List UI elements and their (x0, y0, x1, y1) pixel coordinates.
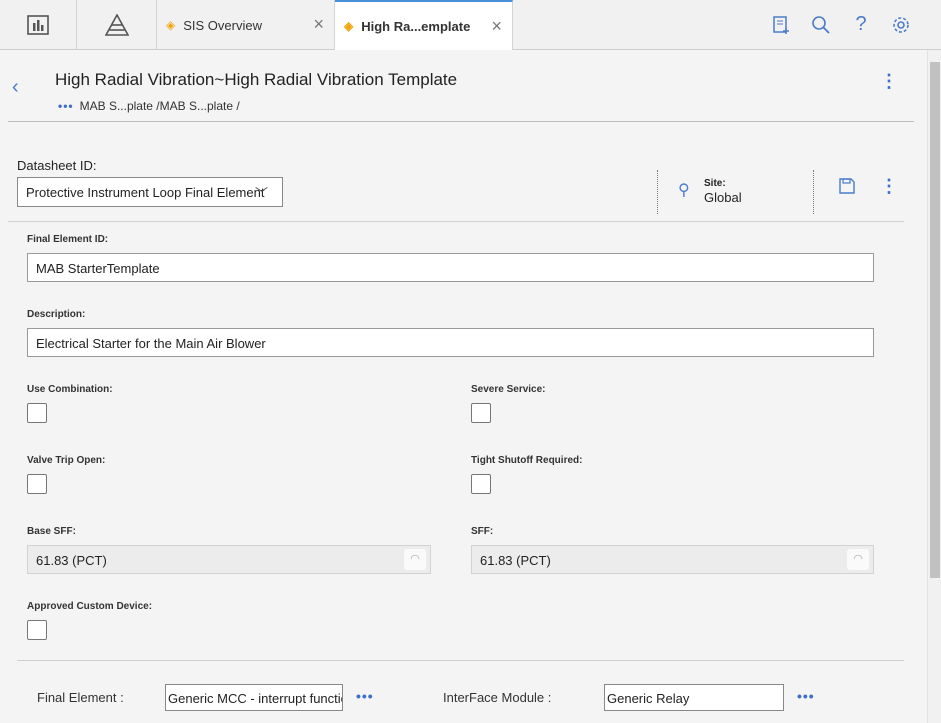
record-header: ‹ High Radial Vibration~High Radial Vibr… (8, 50, 914, 122)
tab-label: High Ra...emplate (361, 18, 471, 34)
final-element-id-input[interactable]: MAB StarterTemplate (27, 253, 874, 282)
approved-custom-checkbox[interactable] (27, 620, 47, 640)
save-icon[interactable] (839, 178, 855, 199)
tight-shutoff-checkbox[interactable] (471, 474, 491, 494)
interface-module-label: InterFace Module : (443, 690, 552, 705)
pyramid-icon[interactable] (77, 0, 157, 49)
sff-value: 61.83 (PCT) (480, 553, 551, 568)
severe-service-label: Severe Service: (471, 384, 546, 395)
vertical-scrollbar[interactable] (927, 50, 941, 723)
settings-icon[interactable] (881, 15, 921, 35)
top-bar: ◈ SIS Overview × ◈ High Ra...emplate × ? (0, 0, 941, 50)
datasheet-value: Protective Instrument Loop Final Element (26, 185, 265, 200)
close-icon[interactable]: × (491, 17, 502, 35)
final-element-id-label: Final Element ID: (27, 234, 109, 245)
gauge-icon[interactable]: ◠ (404, 549, 426, 570)
close-icon[interactable]: × (313, 15, 324, 33)
header-actions: ? (761, 0, 941, 49)
help-icon[interactable]: ? (841, 13, 881, 36)
approved-custom-label: Approved Custom Device: (27, 601, 153, 612)
final-element-value: Generic MCC - interrupt function (168, 691, 343, 706)
more-icon[interactable]: ••• (58, 99, 74, 113)
tight-shutoff-label: Tight Shutoff Required: (471, 455, 583, 466)
tab-sis-overview[interactable]: ◈ SIS Overview × (157, 0, 335, 50)
interface-module-more-icon[interactable]: ••• (797, 688, 815, 704)
datasheet-kebab-icon[interactable]: ⋮ (880, 177, 898, 195)
description-input[interactable]: Electrical Starter for the Main Air Blow… (27, 328, 874, 357)
record-icon: ◈ (166, 18, 176, 32)
dashboard-icon[interactable] (0, 0, 77, 49)
valve-trip-open-checkbox[interactable] (27, 474, 47, 494)
site-label: Site: (704, 178, 726, 189)
sff-field: 61.83 (PCT) ◠ (471, 545, 874, 574)
header-kebab-icon[interactable]: ⋮ (880, 72, 898, 90)
sff-label: SFF: (471, 526, 494, 537)
description-label: Description: (27, 309, 86, 320)
interface-module-value: Generic Relay (607, 691, 690, 706)
page-title: High Radial Vibration~High Radial Vibrat… (55, 70, 458, 89)
base-sff-field: 61.83 (PCT) ◠ (27, 545, 431, 574)
chevron-down-icon: ﹀ (254, 186, 268, 201)
datasheet-label: Datasheet ID: (17, 158, 97, 173)
final-element-more-icon[interactable]: ••• (356, 688, 374, 704)
interface-module-input[interactable]: Generic Relay (604, 684, 784, 711)
valve-trip-open-label: Valve Trip Open: (27, 455, 106, 466)
datasheet-select[interactable]: Protective Instrument Loop Final Element… (17, 177, 283, 207)
search-icon[interactable] (801, 15, 841, 35)
site-value: Global (704, 190, 742, 205)
breadcrumb: ••• MAB S...plate /MAB S...plate / (58, 99, 240, 113)
scrollbar-thumb[interactable] (930, 62, 940, 578)
severe-service-checkbox[interactable] (471, 403, 491, 423)
divider (17, 660, 904, 661)
base-sff-value: 61.83 (PCT) (36, 553, 107, 568)
tab-high-radial-template[interactable]: ◈ High Ra...emplate × (335, 0, 513, 50)
description-value: Electrical Starter for the Main Air Blow… (36, 336, 266, 351)
tab-label: SIS Overview (183, 17, 262, 33)
final-element-input[interactable]: Generic MCC - interrupt function (165, 684, 343, 711)
datasheet-row: Datasheet ID: Protective Instrument Loop… (8, 122, 904, 222)
breadcrumb-text[interactable]: MAB S...plate /MAB S...plate / (80, 99, 240, 113)
base-sff-label: Base SFF: (27, 526, 76, 537)
final-element-label: Final Element : (37, 690, 124, 705)
site-box: ⚲ Site: Global (657, 170, 814, 214)
use-combination-checkbox[interactable] (27, 403, 47, 423)
record-icon: ◈ (344, 19, 354, 33)
back-icon[interactable]: ‹ (12, 76, 19, 99)
gauge-icon[interactable]: ◠ (847, 549, 869, 570)
final-element-id-value: MAB StarterTemplate (36, 261, 160, 276)
use-combination-label: Use Combination: (27, 384, 113, 395)
new-record-icon[interactable] (761, 15, 801, 35)
location-pin-icon: ⚲ (678, 182, 690, 199)
